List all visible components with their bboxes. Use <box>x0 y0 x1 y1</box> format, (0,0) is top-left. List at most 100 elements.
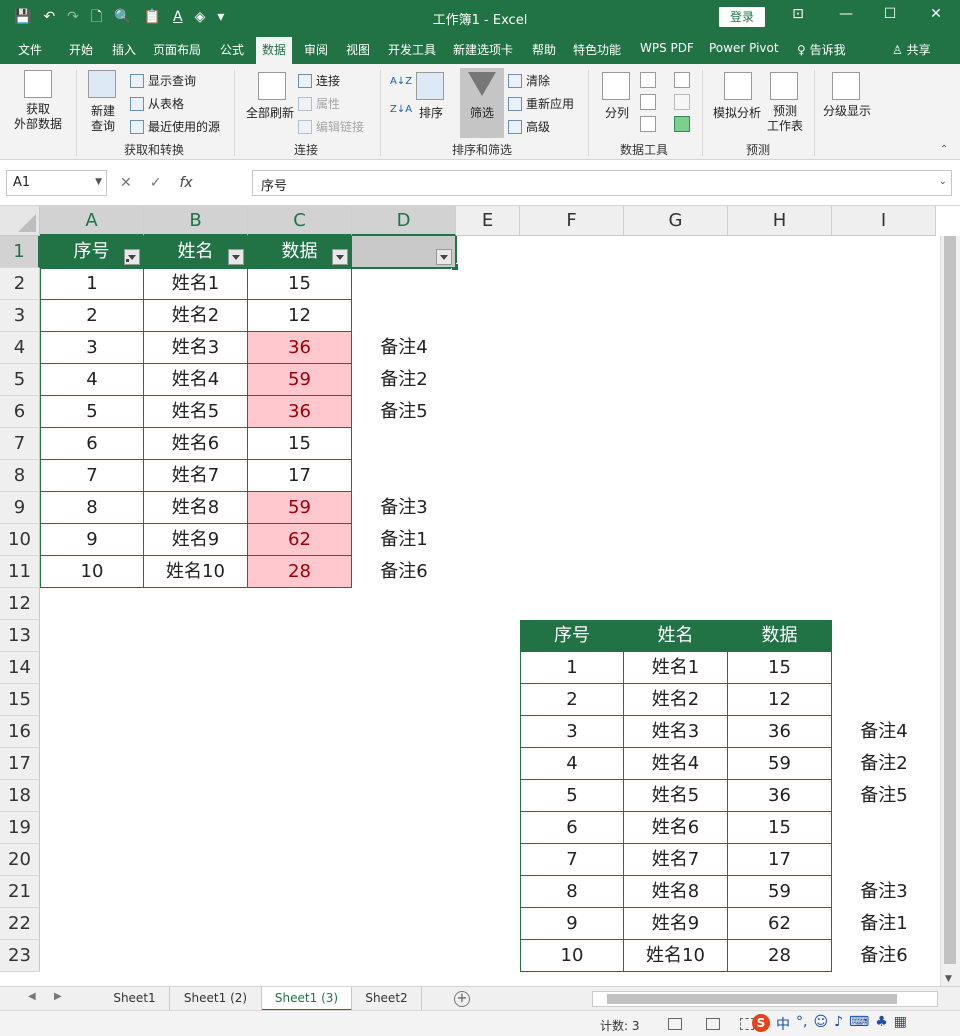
properties-button[interactable]: 属性 <box>298 95 340 112</box>
table1-cell[interactable]: 59 <box>248 492 352 524</box>
note-cell[interactable]: 备注4 <box>352 332 456 364</box>
reapply-button[interactable]: 重新应用 <box>508 95 574 112</box>
voice-icon[interactable]: ♪ <box>834 1014 843 1034</box>
table1-cell[interactable]: 姓名7 <box>144 460 248 492</box>
insert-function-icon[interactable]: fx <box>179 175 192 191</box>
sogou-ime-icon[interactable]: S <box>752 1014 770 1032</box>
table1-cell[interactable]: 7 <box>40 460 144 492</box>
row-header-8[interactable]: 8 <box>0 460 40 492</box>
filter-dropdown-icon[interactable] <box>124 249 140 265</box>
tab-view[interactable]: 视图 <box>346 41 370 58</box>
row-header-11[interactable]: 11 <box>0 556 40 588</box>
table1-cell[interactable]: 姓名4 <box>144 364 248 396</box>
tab-new-tab[interactable]: 新建选项卡 <box>453 41 513 58</box>
table2-cell[interactable]: 2 <box>520 684 624 716</box>
table2-cell[interactable]: 7 <box>520 844 624 876</box>
table1-cell[interactable]: 5 <box>40 396 144 428</box>
table1-cell[interactable]: 17 <box>248 460 352 492</box>
table2-cell[interactable]: 12 <box>728 684 832 716</box>
maximize-button[interactable]: ☐ <box>878 6 902 22</box>
table2-cell[interactable]: 17 <box>728 844 832 876</box>
formula-input[interactable]: 序号 ⌄ <box>252 170 952 196</box>
note-cell[interactable]: 备注5 <box>832 780 936 812</box>
tab-file[interactable]: 文件 <box>18 41 42 58</box>
minimize-button[interactable]: — <box>834 6 858 22</box>
column-header-a[interactable]: A <box>40 206 144 236</box>
table2-header-cell[interactable]: 序号 <box>520 620 624 652</box>
row-header-12[interactable]: 12 <box>0 588 40 620</box>
advanced-button[interactable]: 高级 <box>508 118 550 135</box>
table1-cell[interactable]: 36 <box>248 396 352 428</box>
cancel-icon[interactable]: ✕ <box>120 175 132 191</box>
text-to-columns-button[interactable]: 分列 <box>598 106 636 121</box>
table2-cell[interactable]: 姓名1 <box>624 652 728 684</box>
table1-header-cell[interactable]: 数据 <box>248 236 352 268</box>
table2-cell[interactable]: 9 <box>520 908 624 940</box>
tab-data[interactable]: 数据 <box>256 37 293 64</box>
row-header-15[interactable]: 15 <box>0 684 40 716</box>
table1-cell[interactable]: 姓名2 <box>144 300 248 332</box>
row-header-9[interactable]: 9 <box>0 492 40 524</box>
table2-cell[interactable]: 8 <box>520 876 624 908</box>
horizontal-scroll-thumb[interactable] <box>607 994 897 1004</box>
worksheet-grid[interactable]: 序号 姓名 数据 1 姓名1 15 2 姓名2 12 3 姓名3 36 备注4 4 姓名4 59 备注2 5 姓名5… <box>40 236 940 986</box>
from-table-button[interactable]: 从表格 <box>130 95 184 112</box>
tab-page-layout[interactable]: 页面布局 <box>153 41 201 58</box>
note-cell[interactable]: 备注1 <box>832 908 936 940</box>
table2-cell[interactable]: 28 <box>728 940 832 972</box>
table2-cell[interactable]: 62 <box>728 908 832 940</box>
table2-cell[interactable]: 36 <box>728 716 832 748</box>
table1-cell[interactable]: 6 <box>40 428 144 460</box>
normal-view-icon[interactable] <box>668 1018 682 1030</box>
note-cell[interactable]: 备注6 <box>352 556 456 588</box>
outline-button[interactable]: 分级显示 <box>818 104 876 119</box>
table1-cell[interactable]: 姓名3 <box>144 332 248 364</box>
note-cell[interactable]: 备注3 <box>352 492 456 524</box>
vertical-scrollbar[interactable]: ▼ <box>940 236 960 986</box>
ribbon-display-icon[interactable]: ⊡ <box>786 6 810 22</box>
flash-fill-icon[interactable] <box>640 72 656 88</box>
row-header-22[interactable]: 22 <box>0 908 40 940</box>
table2-cell[interactable]: 3 <box>520 716 624 748</box>
data-model-icon[interactable] <box>674 116 690 132</box>
vertical-scroll-thumb[interactable] <box>944 236 956 964</box>
close-button[interactable]: ✕ <box>924 6 948 22</box>
sheet-tab-sheet2[interactable]: Sheet2 <box>352 987 422 1011</box>
table2-cell[interactable]: 姓名7 <box>624 844 728 876</box>
row-header-19[interactable]: 19 <box>0 812 40 844</box>
table1-header-cell[interactable]: 序号 <box>40 236 144 268</box>
table2-cell[interactable]: 15 <box>728 812 832 844</box>
clear-button[interactable]: 清除 <box>508 72 550 89</box>
filter-dropdown-icon[interactable] <box>332 249 348 265</box>
forecast-sheet-button[interactable]: 预测 工作表 <box>762 104 808 134</box>
table2-cell[interactable]: 姓名6 <box>624 812 728 844</box>
sort-az-icon[interactable]: A↓Z <box>390 76 412 87</box>
column-header-c[interactable]: C <box>248 206 352 236</box>
column-header-h[interactable]: H <box>728 206 832 236</box>
consolidate-icon[interactable] <box>674 72 690 88</box>
note-cell[interactable]: 备注5 <box>352 396 456 428</box>
row-header-20[interactable]: 20 <box>0 844 40 876</box>
skin-icon[interactable]: ♣ <box>875 1014 888 1034</box>
scroll-down-icon[interactable]: ▼ <box>945 974 952 984</box>
get-external-data-button[interactable]: 获取 外部数据 <box>6 102 70 132</box>
table1-cell[interactable]: 1 <box>40 268 144 300</box>
refresh-all-button[interactable]: 全部刷新 <box>240 106 300 121</box>
row-header-13[interactable]: 13 <box>0 620 40 652</box>
name-box[interactable]: A1 ▼ <box>6 170 107 196</box>
filter-dropdown-icon[interactable] <box>436 249 452 265</box>
table2-cell[interactable]: 1 <box>520 652 624 684</box>
select-all-button[interactable] <box>0 206 40 236</box>
next-sheet-icon[interactable]: ▶ <box>54 991 62 1002</box>
keyboard-icon[interactable]: ⌨ <box>849 1014 869 1034</box>
add-sheet-icon[interactable]: + <box>454 991 470 1007</box>
note-cell[interactable]: 备注3 <box>832 876 936 908</box>
tab-wps-pdf[interactable]: WPS PDF <box>640 41 694 55</box>
row-header-1[interactable]: 1 <box>0 236 40 268</box>
row-header-10[interactable]: 10 <box>0 524 40 556</box>
table2-header-cell[interactable]: 数据 <box>728 620 832 652</box>
table2-header-cell[interactable]: 姓名 <box>624 620 728 652</box>
table1-cell[interactable]: 4 <box>40 364 144 396</box>
table1-cell[interactable]: 2 <box>40 300 144 332</box>
page-layout-view-icon[interactable] <box>706 1018 720 1030</box>
